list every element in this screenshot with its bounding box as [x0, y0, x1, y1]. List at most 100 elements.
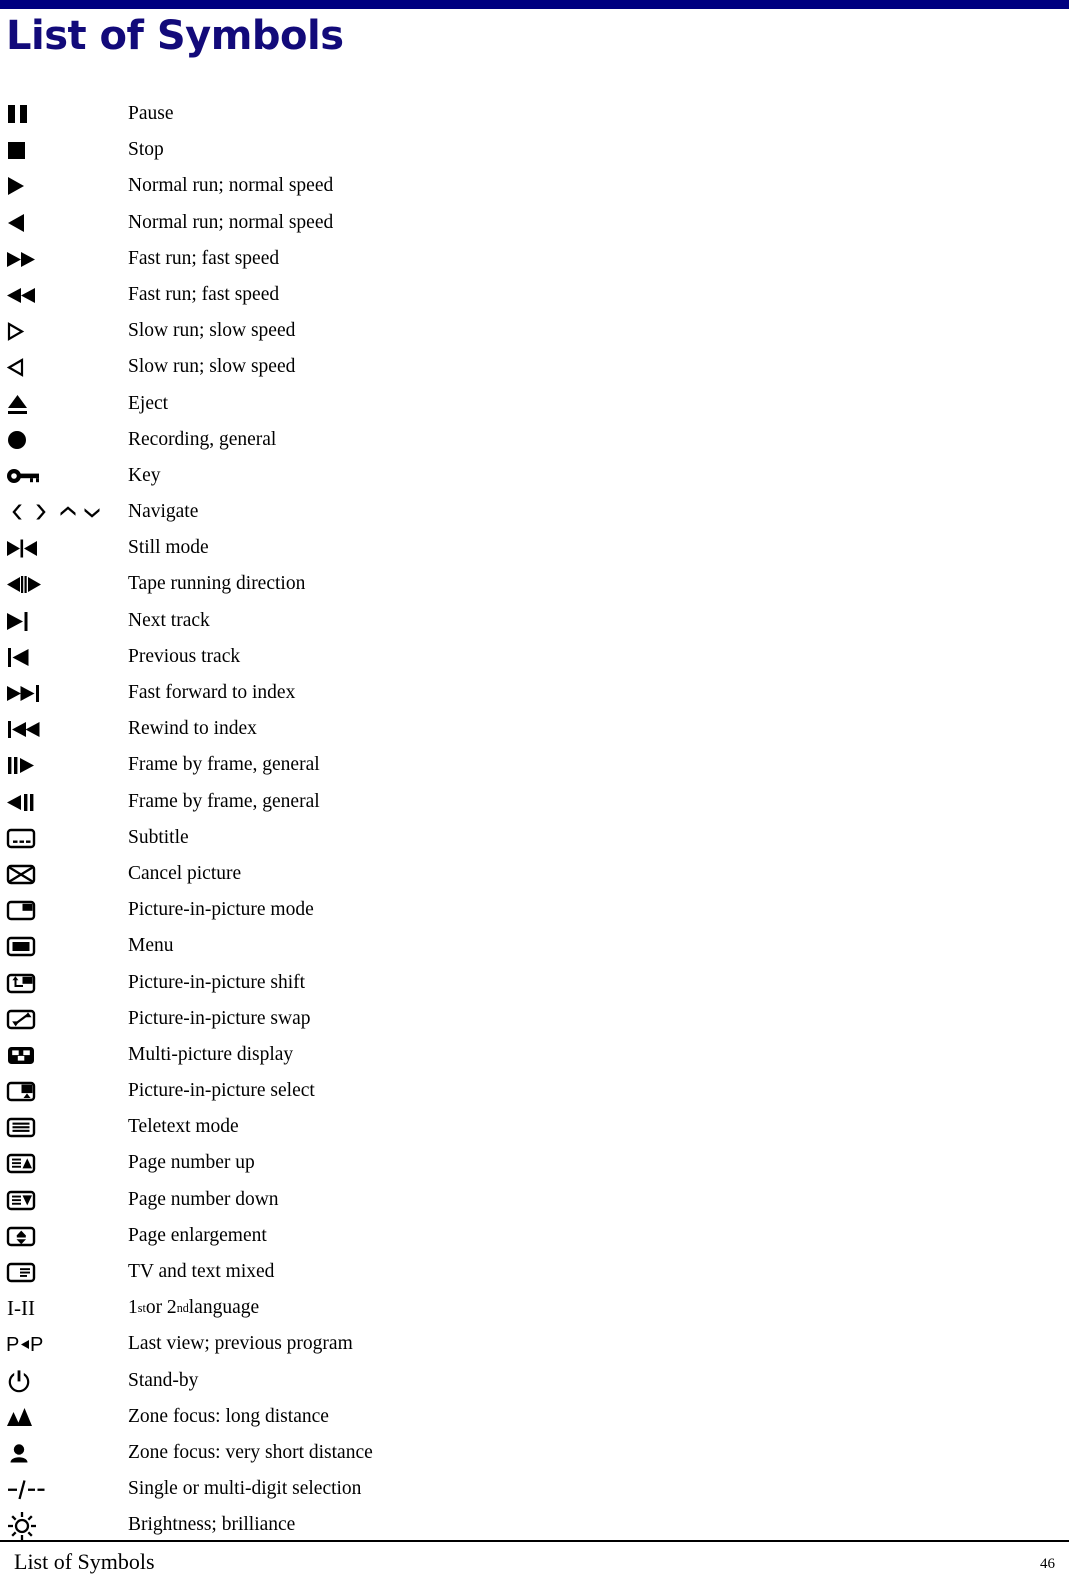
- symbol-row: Slow run; slow speed: [0, 349, 1069, 385]
- symbol-row: Picture-in-picture select: [0, 1073, 1069, 1109]
- symbol-row: TV and text mixed: [0, 1254, 1069, 1290]
- header-rule: [0, 0, 1069, 9]
- symbol-row: Still mode: [0, 530, 1069, 566]
- symbol-description: Teletext mode: [128, 1116, 239, 1138]
- slow-play-left-icon: [6, 349, 116, 385]
- symbol-description: Slow run; slow speed: [128, 320, 296, 342]
- previous-track-icon: [6, 639, 116, 675]
- symbol-description: Slow run; slow speed: [128, 356, 296, 378]
- stand-by-icon: [6, 1363, 116, 1399]
- symbol-row: Normal run; normal speed: [0, 168, 1069, 204]
- symbol-list: Pause Stop Normal run; normal speed Normal …: [0, 96, 1069, 1544]
- symbol-description: Still mode: [128, 537, 209, 559]
- symbol-row: Stand-by: [0, 1363, 1069, 1399]
- digit-selection-icon: [6, 1471, 116, 1507]
- symbol-row: Fast forward to index: [0, 675, 1069, 711]
- symbol-description: Stand-by: [128, 1369, 199, 1391]
- teletext-mode-icon: [6, 1109, 116, 1145]
- fast-forward-to-index-icon: [6, 675, 116, 711]
- symbol-row: Menu: [0, 928, 1069, 964]
- symbol-row: Cancel picture: [0, 856, 1069, 892]
- navigate-icon: [6, 494, 116, 530]
- slow-play-right-icon: [6, 313, 116, 349]
- symbol-row: Picture-in-picture mode: [0, 892, 1069, 928]
- symbol-description: Tape running direction: [128, 573, 306, 595]
- svg-text:I-II: I-II: [7, 1296, 35, 1320]
- symbol-row: Zone focus: very short distance: [0, 1435, 1069, 1471]
- multi-picture-display-icon: [6, 1037, 116, 1073]
- play-right-icon: [6, 168, 116, 204]
- zone-focus-long-icon: [6, 1399, 116, 1435]
- symbol-description: Navigate: [128, 501, 199, 523]
- symbol-description: Fast forward to index: [128, 682, 296, 703]
- symbol-row: Page number down: [0, 1182, 1069, 1218]
- symbol-row: Single or multi-digit selection: [0, 1471, 1069, 1507]
- symbol-description: Key: [128, 464, 161, 486]
- menu-icon: [6, 928, 116, 964]
- cancel-picture-icon: [6, 856, 116, 892]
- symbol-row: P P Last view; previous program: [0, 1326, 1069, 1362]
- symbol-row: Previous track: [0, 639, 1069, 675]
- eject-icon: [6, 386, 116, 422]
- symbol-description: Normal run; normal speed: [128, 211, 334, 233]
- stop-icon: [6, 132, 116, 168]
- symbol-description: Stop: [128, 139, 164, 161]
- symbol-row: Teletext mode: [0, 1109, 1069, 1145]
- symbol-row: Rewind to index: [0, 711, 1069, 747]
- still-mode-icon: [6, 530, 116, 566]
- zone-focus-short-icon: [6, 1435, 116, 1471]
- symbol-row: Zone focus: long distance: [0, 1399, 1069, 1435]
- symbol-description: Page number up: [128, 1152, 255, 1174]
- page-title: List of Symbols: [6, 13, 344, 59]
- symbol-description: Cancel picture: [128, 862, 242, 884]
- symbol-description: Picture-in-picture shift: [128, 971, 306, 993]
- symbol-description: Zone focus: long distance: [128, 1405, 329, 1427]
- symbol-row: I-II 1st or 2nd language: [0, 1290, 1069, 1326]
- page-number-up-icon: [6, 1145, 116, 1181]
- symbol-description: Fast run; fast speed: [128, 283, 280, 305]
- symbol-description: Multi-picture display: [128, 1043, 294, 1065]
- symbol-description: Normal run; normal speed: [128, 175, 334, 197]
- picture-in-picture-select-icon: [6, 1073, 116, 1109]
- symbol-row: Frame by frame, general: [0, 747, 1069, 783]
- symbol-row: Slow run; slow speed: [0, 313, 1069, 349]
- symbol-row: Fast run; fast speed: [0, 277, 1069, 313]
- symbol-description: Zone focus: very short distance: [128, 1441, 373, 1463]
- page-enlargement-icon: [6, 1218, 116, 1254]
- symbol-row: Multi-picture display: [0, 1037, 1069, 1073]
- symbol-description: TV and text mixed: [128, 1261, 275, 1282]
- symbol-description: Picture-in-picture swap: [128, 1007, 311, 1029]
- symbol-description: Last view; previous program: [128, 1333, 353, 1355]
- symbol-description: Recording, general: [128, 428, 277, 450]
- svg-text:P: P: [6, 1334, 19, 1356]
- fast-forward-icon: [6, 241, 116, 277]
- record-icon: [6, 422, 116, 458]
- symbol-row: Eject: [0, 386, 1069, 422]
- symbol-description: Eject: [128, 392, 169, 414]
- symbol-description: Previous track: [128, 645, 241, 667]
- symbol-description: Single or multi-digit selection: [128, 1478, 362, 1500]
- symbol-row: Next track: [0, 603, 1069, 639]
- symbol-row: Page number up: [0, 1145, 1069, 1181]
- symbol-row: Brightness; brilliance: [0, 1507, 1069, 1543]
- symbol-row: Navigate: [0, 494, 1069, 530]
- symbol-row: Recording, general: [0, 422, 1069, 458]
- page-number-down-icon: [6, 1182, 116, 1218]
- symbol-row: Picture-in-picture shift: [0, 965, 1069, 1001]
- last-view-icon: PP: [6, 1326, 116, 1362]
- symbol-description: Picture-in-picture select: [128, 1080, 315, 1102]
- symbol-description: Frame by frame, general: [128, 790, 320, 812]
- symbol-description: Frame by frame, general: [128, 754, 320, 776]
- symbol-row: Tape running direction: [0, 566, 1069, 602]
- symbol-row: Normal run; normal speed: [0, 205, 1069, 241]
- frame-by-frame-reverse-icon: [6, 784, 116, 820]
- symbol-description: Page enlargement: [128, 1224, 267, 1246]
- symbol-row: Picture-in-picture swap: [0, 1001, 1069, 1037]
- play-left-icon: [6, 205, 116, 241]
- symbol-description: Pause: [128, 103, 174, 124]
- symbol-row: Frame by frame, general: [0, 784, 1069, 820]
- symbol-row: Pause: [0, 96, 1069, 132]
- symbol-description: Fast run; fast speed: [128, 247, 280, 269]
- brightness-icon: [6, 1507, 116, 1543]
- symbol-description: Brightness; brilliance: [128, 1514, 296, 1536]
